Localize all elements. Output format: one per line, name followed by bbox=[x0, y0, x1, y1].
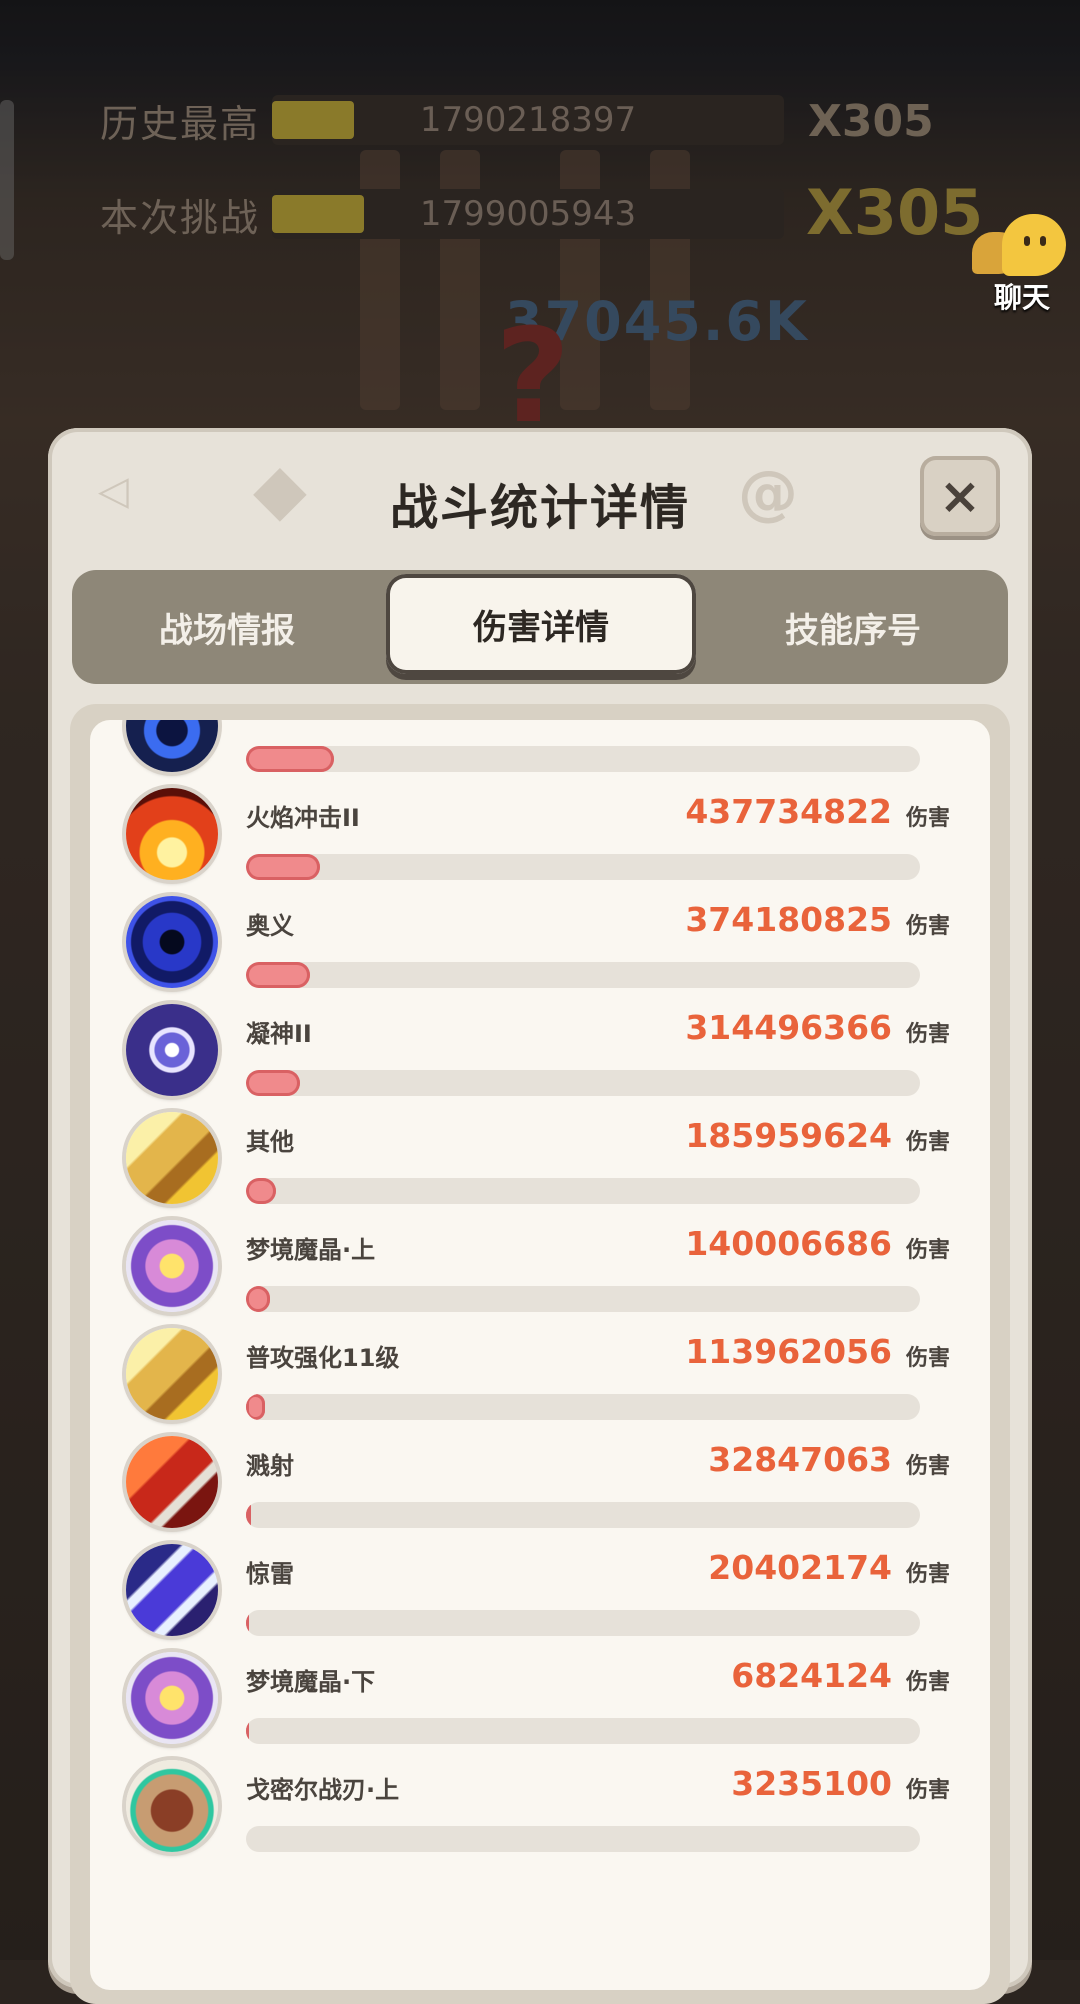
skill-damage-row: 火焰冲击II 437734822 伤害 bbox=[90, 784, 990, 892]
damage-unit-label: 伤害 bbox=[905, 1238, 950, 1263]
damage-unit-label: 伤害 bbox=[905, 914, 950, 939]
damage-list-frame: 火焰冲击II 437734822 伤害 奥义 374180825 伤害 凝神II 314496… bbox=[70, 704, 1010, 2004]
hammer-icon bbox=[126, 1328, 218, 1420]
damage-unit-label: 伤害 bbox=[905, 1130, 950, 1155]
skill-damage-value: 6824124 bbox=[731, 1656, 892, 1695]
lightning-icon bbox=[126, 1544, 218, 1636]
damage-share-bar-fill bbox=[246, 1502, 251, 1528]
chat-eye bbox=[1024, 236, 1030, 246]
close-icon: × bbox=[939, 467, 981, 525]
skill-damage-row: 惊雷 20402174 伤害 bbox=[90, 1540, 990, 1648]
damage-share-bar bbox=[246, 1178, 920, 1204]
skill-damage-value: 113962056 bbox=[685, 1332, 892, 1371]
skill-damage-value: 185959624 bbox=[685, 1116, 892, 1155]
damage-unit-label: 伤害 bbox=[905, 1670, 950, 1695]
chat-label: 聊天 bbox=[993, 281, 1050, 314]
current-score-label: 本次挑战 bbox=[100, 195, 261, 240]
chat-eye bbox=[1040, 236, 1046, 246]
damage-share-bar bbox=[246, 746, 920, 772]
damage-share-bar-fill bbox=[246, 1286, 270, 1312]
skill-name: 梦境魔晶·下 bbox=[246, 1668, 376, 1696]
skill-damage-value: 20402174 bbox=[708, 1548, 892, 1587]
skill-damage-value: 314496366 bbox=[685, 1008, 892, 1047]
skill-damage-row: 溅射 32847063 伤害 bbox=[90, 1432, 990, 1540]
current-multiplier: X305 bbox=[806, 176, 984, 249]
dream-crystal-icon bbox=[126, 1220, 218, 1312]
damage-unit-label: 伤害 bbox=[905, 806, 950, 831]
damage-share-bar-fill bbox=[246, 1394, 265, 1420]
damage-share-bar bbox=[246, 1070, 920, 1096]
damage-list[interactable]: 火焰冲击II 437734822 伤害 奥义 374180825 伤害 凝神II 314496… bbox=[90, 720, 990, 1990]
flame-burst-icon bbox=[126, 788, 218, 880]
eye-icon bbox=[126, 1004, 218, 1096]
skill-name: 普攻强化11级 bbox=[246, 1344, 400, 1372]
skill-damage-value: 140006686 bbox=[685, 1224, 892, 1263]
best-score-value: 1790218397 bbox=[419, 100, 637, 140]
skill-name: 梦境魔晶·上 bbox=[246, 1236, 376, 1264]
skill-name: 溅射 bbox=[246, 1452, 294, 1480]
skill-damage-row: 普攻强化11级 113962056 伤害 bbox=[90, 1324, 990, 1432]
damage-share-bar bbox=[246, 1286, 920, 1312]
skill-damage-row: 凝神II 314496366 伤害 bbox=[90, 1000, 990, 1108]
skill-damage-row: 梦境魔晶·上 140006686 伤害 bbox=[90, 1216, 990, 1324]
damage-share-bar-fill bbox=[246, 1070, 300, 1096]
damage-share-bar bbox=[246, 1718, 920, 1744]
war-blade-icon bbox=[126, 1760, 218, 1852]
damage-share-bar bbox=[246, 1610, 920, 1636]
damage-share-bar bbox=[246, 854, 920, 880]
damage-share-bar bbox=[246, 1502, 920, 1528]
damage-share-bar-fill bbox=[246, 1178, 276, 1204]
tab-skill-sequence[interactable]: 技能序号 bbox=[698, 570, 1008, 684]
tab-bar: 战场情报 伤害详情 技能序号 bbox=[72, 570, 1008, 684]
panel-title: 战斗统计详情 bbox=[389, 480, 690, 536]
tab-damage-details[interactable]: 伤害详情 bbox=[386, 574, 696, 674]
skill-name: 火焰冲击II bbox=[246, 804, 360, 832]
best-score-label: 历史最高 bbox=[100, 101, 261, 146]
spear-icon bbox=[126, 1436, 218, 1528]
skill-name: 奥义 bbox=[246, 912, 294, 940]
skill-name: 凝神II bbox=[246, 1020, 312, 1048]
close-button[interactable]: × bbox=[920, 456, 1000, 536]
skill-damage-value: 374180825 bbox=[685, 900, 892, 939]
damage-share-bar-fill bbox=[246, 1610, 249, 1636]
best-multiplier: X305 bbox=[808, 96, 934, 147]
damage-share-bar-fill bbox=[246, 746, 334, 772]
best-score-row: 历史最高 1790218397 bbox=[100, 94, 784, 146]
battle-stats-panel: ◁ ◆ @ 战斗统计详情 × 战场情报 伤害详情 技能序号 火焰冲击II 4377… bbox=[48, 428, 1032, 2004]
damage-unit-label: 伤害 bbox=[905, 1562, 950, 1587]
damage-share-bar bbox=[246, 962, 920, 988]
damage-share-bar bbox=[246, 1826, 920, 1852]
skill-damage-row: 其他 185959624 伤害 bbox=[90, 1108, 990, 1216]
void-orb-icon bbox=[126, 720, 218, 772]
skill-damage-row: 戈密尔战刃·上 3235100 伤害 bbox=[90, 1756, 990, 1864]
current-score-value: 1799005943 bbox=[419, 194, 637, 234]
skill-name: 惊雷 bbox=[246, 1560, 294, 1588]
skill-damage-row bbox=[90, 720, 990, 784]
hammer-icon bbox=[126, 1112, 218, 1204]
chat-face-icon bbox=[1002, 214, 1066, 276]
skill-damage-row: 梦境魔晶·下 6824124 伤害 bbox=[90, 1648, 990, 1756]
tab-battlefield-info[interactable]: 战场情报 bbox=[72, 570, 382, 684]
current-score-row: 本次挑战 1799005943 bbox=[100, 188, 784, 240]
skill-name: 戈密尔战刃·上 bbox=[246, 1776, 400, 1804]
damage-share-bar-fill bbox=[246, 962, 310, 988]
damage-unit-label: 伤害 bbox=[905, 1022, 950, 1047]
damage-share-bar bbox=[246, 1394, 920, 1420]
damage-share-bar-fill bbox=[246, 1718, 249, 1744]
damage-unit-label: 伤害 bbox=[905, 1346, 950, 1371]
damage-unit-label: 伤害 bbox=[905, 1778, 950, 1803]
skill-damage-value: 437734822 bbox=[685, 792, 892, 831]
damage-unit-label: 伤害 bbox=[905, 1454, 950, 1479]
vortex-icon bbox=[126, 896, 218, 988]
skill-damage-value: 32847063 bbox=[708, 1440, 892, 1479]
dream-crystal-icon bbox=[126, 1652, 218, 1744]
skill-name: 其他 bbox=[246, 1128, 294, 1156]
skill-damage-row: 奥义 374180825 伤害 bbox=[90, 892, 990, 1000]
damage-share-bar-fill bbox=[246, 854, 320, 880]
skill-damage-value: 3235100 bbox=[731, 1764, 892, 1803]
